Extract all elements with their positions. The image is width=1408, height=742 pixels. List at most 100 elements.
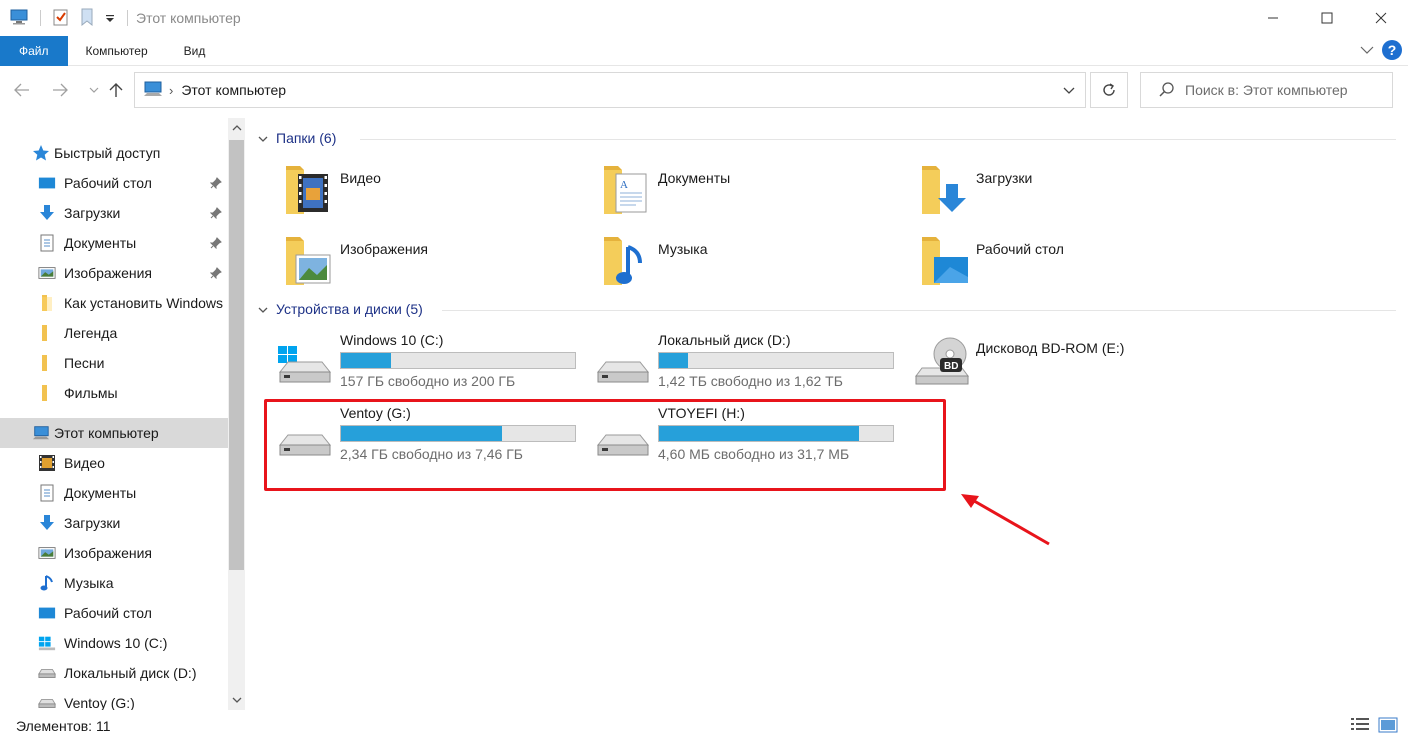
minimize-button[interactable] [1246, 0, 1300, 36]
details-view-icon[interactable] [1350, 716, 1370, 737]
sidebar-item-label: Песни [64, 355, 105, 371]
folder-name: Видео [340, 170, 381, 186]
pin-icon[interactable] [209, 236, 222, 252]
breadcrumb-chevron-icon[interactable]: › [169, 83, 173, 98]
drive-d[interactable]: Локальный диск (D:) 1,42 ТБ свободно из … [596, 332, 906, 396]
pin-icon[interactable] [209, 176, 222, 192]
folder-desktop[interactable]: Рабочий стол [920, 233, 1220, 297]
sidebar-item-documents[interactable]: Документы [0, 228, 228, 258]
pin-icon[interactable] [209, 266, 222, 282]
annotation-arrow-icon [961, 494, 1050, 546]
customize-toolbar-icon[interactable] [105, 10, 115, 26]
folder-documents[interactable]: A Документы [602, 162, 902, 226]
sidebar-item-desktop[interactable]: Рабочий стол [0, 168, 228, 198]
sidebar-item-music[interactable]: Музыка [0, 568, 228, 598]
computer-icon[interactable] [10, 9, 28, 28]
tab-file[interactable]: Файл [0, 35, 68, 66]
sidebar-item-quick-access[interactable]: Быстрый доступ [0, 138, 228, 168]
scroll-down-icon[interactable] [228, 690, 245, 710]
sidebar-item-label: Изображения [64, 545, 152, 561]
address-bar[interactable]: › Этот компьютер [134, 72, 1086, 108]
sidebar-item-drive-c[interactable]: Windows 10 (C:) [0, 628, 228, 658]
sidebar-item-label: Как установить Windows [64, 295, 224, 311]
ribbon-tabs: Файл Компьютер Вид ? [0, 35, 1408, 66]
scroll-thumb[interactable] [229, 140, 244, 570]
folders-group-header[interactable]: Папки (6) [258, 130, 336, 146]
group-divider [360, 139, 1396, 140]
navigation-bar: › Этот компьютер [0, 66, 1408, 116]
computer-icon [32, 424, 50, 442]
sidebar-scrollbar[interactable] [228, 118, 245, 710]
sidebar-item-pictures[interactable]: Изображения [0, 258, 228, 288]
sidebar-item-folder[interactable]: Легенда [0, 318, 228, 348]
group-title: Устройства и диски (5) [276, 301, 423, 317]
forward-button[interactable] [50, 80, 70, 100]
folder-name: Рабочий стол [976, 241, 1064, 257]
drive-free-space: 157 ГБ свободно из 200 ГБ [340, 373, 516, 389]
sidebar-item-folder[interactable]: Как установить Windows [0, 288, 228, 318]
breadcrumb[interactable]: Этот компьютер [181, 82, 286, 98]
desktop-icon [38, 604, 56, 622]
folder-icon [38, 324, 56, 342]
folder-music[interactable]: Музыка [602, 233, 902, 297]
expand-ribbon-icon[interactable] [1360, 42, 1374, 58]
pictures-icon [38, 544, 56, 562]
sidebar-item-video[interactable]: Видео [0, 448, 228, 478]
sidebar-item-drive-d[interactable]: Локальный диск (D:) [0, 658, 228, 688]
sidebar-item-downloads[interactable]: Загрузки [0, 198, 228, 228]
drive-e[interactable]: BD Дисковод BD-ROM (E:) [914, 332, 1224, 396]
sidebar-item-folder[interactable]: Фильмы [0, 378, 228, 408]
tab-view[interactable]: Вид [166, 36, 224, 66]
drive-c[interactable]: Windows 10 (C:) 157 ГБ свободно из 200 Г… [278, 332, 588, 396]
sidebar-item-label: Документы [64, 485, 137, 501]
scroll-up-icon[interactable] [228, 118, 245, 138]
sidebar-item-label: Этот компьютер [54, 425, 159, 441]
refresh-button[interactable] [1090, 72, 1128, 108]
sidebar-item-pictures[interactable]: Изображения [0, 538, 228, 568]
window-controls [1246, 0, 1408, 36]
new-folder-icon[interactable] [79, 8, 95, 29]
drive-free-space: 1,42 ТБ свободно из 1,62 ТБ [658, 373, 843, 389]
search-input[interactable] [1185, 82, 1385, 98]
folder-pictures[interactable]: Изображения [284, 233, 584, 297]
sidebar-item-label: Быстрый доступ [54, 145, 161, 161]
group-title: Папки (6) [276, 130, 337, 146]
documents-icon [38, 484, 56, 502]
quick-access-toolbar [0, 8, 130, 29]
up-button[interactable] [106, 80, 126, 100]
sidebar-item-downloads[interactable]: Загрузки [0, 508, 228, 538]
back-button[interactable] [12, 80, 32, 100]
sidebar-item-desktop[interactable]: Рабочий стол [0, 598, 228, 628]
sidebar-item-drive-g[interactable]: Ventoy (G:) [0, 688, 228, 710]
large-icons-view-icon[interactable] [1378, 716, 1398, 737]
chevron-down-icon[interactable] [258, 301, 268, 317]
properties-icon[interactable] [53, 8, 69, 29]
drive-icon [38, 694, 56, 710]
devices-group-header[interactable]: Устройства и диски (5) [258, 301, 423, 317]
folder-downloads[interactable]: Загрузки [920, 162, 1220, 226]
sidebar-item-label: Рабочий стол [64, 175, 152, 191]
bd-rom-icon: BD [914, 336, 970, 389]
pin-icon[interactable] [209, 206, 222, 222]
video-icon [38, 454, 56, 472]
sidebar-item-this-pc[interactable]: Этот компьютер [0, 418, 228, 448]
folder-video[interactable]: Видео [284, 162, 584, 226]
drive-usage-fill [341, 353, 392, 368]
close-button[interactable] [1354, 0, 1408, 36]
recent-locations-button[interactable] [84, 80, 104, 100]
sidebar-item-label: Фильмы [64, 385, 118, 401]
svg-text:A: A [620, 179, 628, 191]
help-icon[interactable]: ? [1382, 40, 1402, 60]
navigation-pane: Быстрый доступ Рабочий стол Загрузки Док… [0, 118, 228, 710]
sidebar-item-folder[interactable]: Песни [0, 348, 228, 378]
chevron-down-icon[interactable] [258, 130, 268, 146]
tab-computer[interactable]: Компьютер [68, 36, 166, 66]
maximize-button[interactable] [1300, 0, 1354, 36]
sidebar-item-documents[interactable]: Документы [0, 478, 228, 508]
svg-text:BD: BD [944, 361, 958, 372]
sidebar-item-label: Легенда [64, 325, 118, 341]
address-history-icon[interactable] [1063, 83, 1075, 99]
video-folder-icon [284, 162, 332, 219]
folder-icon [38, 294, 56, 312]
title-bar: Этот компьютер [0, 0, 1408, 36]
